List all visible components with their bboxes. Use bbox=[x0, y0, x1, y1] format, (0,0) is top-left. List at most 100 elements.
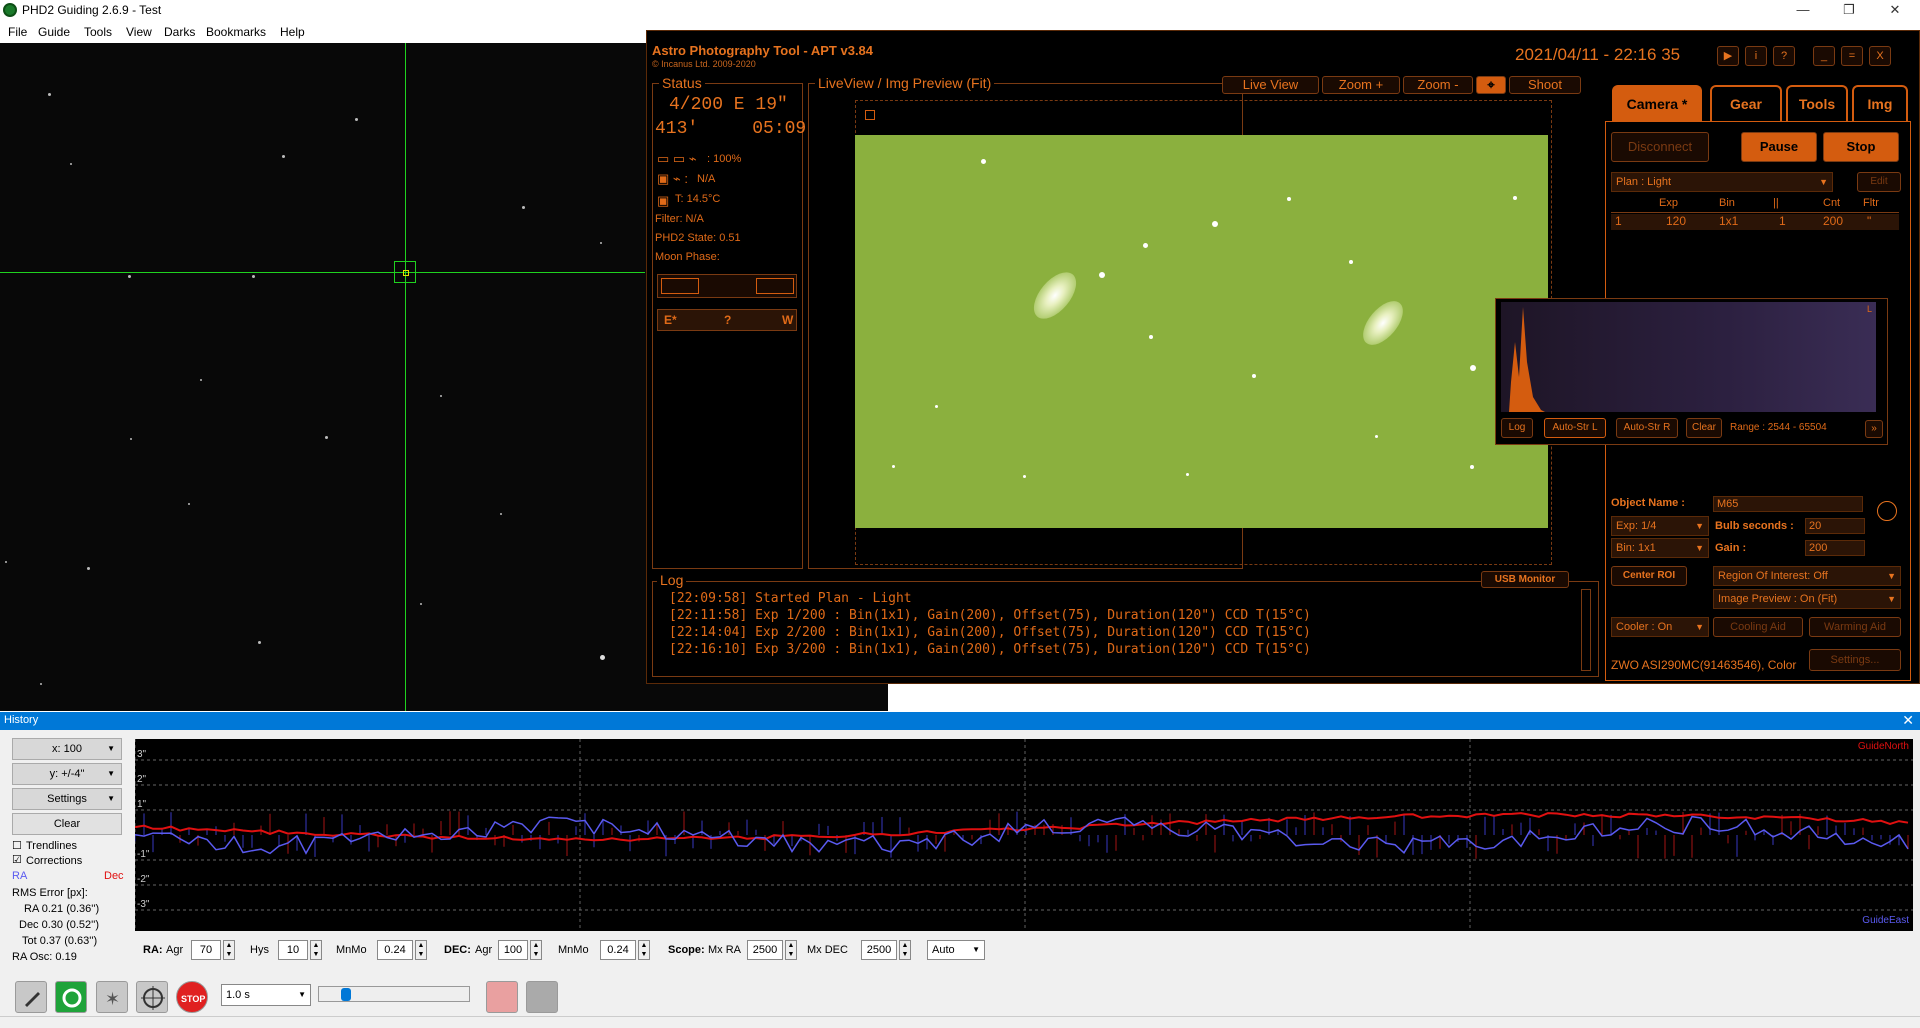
dec-min-move-stepper[interactable]: ▲ ▼ bbox=[638, 940, 650, 960]
bulb-seconds-field[interactable]: 20 bbox=[1805, 518, 1865, 534]
max-dec-duration-stepper[interactable]: ▲ ▼ bbox=[899, 940, 911, 960]
adjust-param-icon[interactable] bbox=[526, 981, 558, 1013]
disconnect-button[interactable]: Disconnect bbox=[1611, 132, 1709, 162]
loop-icon[interactable] bbox=[55, 981, 87, 1013]
dec-controls-label: DEC: bbox=[444, 944, 471, 956]
exposure-dropdown[interactable]: 1.0 s ▼ bbox=[221, 984, 311, 1006]
gain-field[interactable]: 200 bbox=[1805, 540, 1865, 556]
history-close-icon[interactable]: ✕ bbox=[1902, 712, 1914, 729]
col-pause: || bbox=[1773, 197, 1779, 209]
object-search-icon[interactable] bbox=[1877, 501, 1897, 521]
warming-aid-button[interactable]: Warming Aid bbox=[1809, 617, 1901, 637]
auto-select-star-icon[interactable]: ✶ bbox=[96, 981, 128, 1013]
apt-close-button[interactable]: X bbox=[1869, 46, 1891, 66]
y-scale-dropdown[interactable]: y: +/-4" ▼ bbox=[12, 763, 122, 785]
play-button[interactable]: ▶ bbox=[1717, 46, 1739, 66]
stop-icon[interactable]: STOP bbox=[176, 981, 208, 1013]
stop-button[interactable]: Stop bbox=[1823, 132, 1899, 162]
camera-status-icons: ▭ ▭ ⌁ bbox=[657, 151, 697, 166]
apt-minimize-button[interactable]: _ bbox=[1813, 46, 1835, 66]
graph-settings-dropdown[interactable]: Settings ▼ bbox=[12, 788, 122, 810]
table-row[interactable]: 1 120 1x1 1 200 " bbox=[1611, 214, 1899, 230]
bulb-seconds-label: Bulb seconds : bbox=[1715, 520, 1794, 532]
close-button[interactable]: ✕ bbox=[1872, 0, 1918, 21]
guide-history-graph[interactable]: 3" 2" 1" -1" -2" -3" GuideNorth GuideEas… bbox=[135, 739, 1913, 931]
live-view-button[interactable]: Live View bbox=[1222, 76, 1319, 94]
help-button[interactable]: ? bbox=[1773, 46, 1795, 66]
image-preview-dropdown[interactable]: Image Preview : On (Fit) bbox=[1713, 589, 1901, 609]
x-scale-dropdown[interactable]: x: 100 ▼ bbox=[12, 738, 122, 760]
binning-dropdown[interactable]: Bin: 1x1 bbox=[1611, 538, 1709, 558]
menu-view[interactable]: View bbox=[126, 25, 152, 39]
histogram-panel: L Log Auto-Str L Auto-Str R Clear Range … bbox=[1495, 298, 1888, 445]
dec-aggression-stepper[interactable]: ▲ ▼ bbox=[530, 940, 542, 960]
zoom-out-button[interactable]: Zoom - bbox=[1403, 76, 1473, 94]
use-camera-icon[interactable] bbox=[15, 981, 47, 1013]
brain-icon[interactable] bbox=[486, 981, 518, 1013]
tab-camera[interactable]: Camera * bbox=[1612, 85, 1702, 121]
max-ra-duration-field[interactable]: 2500 bbox=[747, 940, 783, 960]
hysteresis-field[interactable]: 10 bbox=[278, 940, 308, 960]
restore-button[interactable]: ❐ bbox=[1826, 0, 1872, 21]
menu-bookmarks[interactable]: Bookmarks bbox=[206, 25, 266, 39]
moon-phase: Moon Phase: bbox=[655, 251, 720, 263]
cooler-dropdown[interactable]: Cooler : On bbox=[1611, 617, 1709, 637]
shoot-button[interactable]: Shoot bbox=[1509, 76, 1581, 94]
menu-tools[interactable]: Tools bbox=[84, 25, 112, 39]
rms-title: RMS Error [px]: bbox=[12, 887, 88, 899]
dec-min-move-field[interactable]: 0.24 bbox=[600, 940, 636, 960]
tab-img[interactable]: Img bbox=[1852, 85, 1908, 121]
dec-guide-mode-dropdown[interactable]: Auto ▼ bbox=[927, 940, 985, 960]
filter-status: Filter: N/A bbox=[655, 213, 704, 225]
ra-mnmo-label: MnMo bbox=[336, 944, 367, 956]
tab-gear[interactable]: Gear bbox=[1710, 85, 1782, 121]
object-name-field[interactable]: M65 bbox=[1713, 496, 1863, 512]
pause-button[interactable]: Pause bbox=[1741, 132, 1817, 162]
menu-darks[interactable]: Darks bbox=[164, 25, 195, 39]
preview-image[interactable] bbox=[855, 135, 1548, 528]
ra-aggression-stepper[interactable]: ▲ ▼ bbox=[223, 940, 235, 960]
log-scrollbar[interactable] bbox=[1581, 589, 1591, 671]
y-label-neg3: -3" bbox=[137, 899, 150, 910]
auto-stretch-left-button[interactable]: Auto-Str L bbox=[1544, 418, 1606, 438]
menu-help[interactable]: Help bbox=[280, 25, 305, 39]
plan-dropdown[interactable]: Plan : Light bbox=[1611, 172, 1833, 192]
camera-settings-button[interactable]: Settings... bbox=[1809, 649, 1901, 671]
clear-graph-button[interactable]: Clear bbox=[12, 813, 122, 835]
col-exp: Exp bbox=[1659, 197, 1678, 209]
apt-maximize-button[interactable]: = bbox=[1841, 46, 1863, 66]
hysteresis-stepper[interactable]: ▲ ▼ bbox=[310, 940, 322, 960]
zoom-in-button[interactable]: Zoom + bbox=[1322, 76, 1400, 94]
log-toggle-button[interactable]: Log bbox=[1501, 418, 1533, 438]
cooling-aid-button[interactable]: Cooling Aid bbox=[1713, 617, 1803, 637]
minimize-button[interactable]: — bbox=[1780, 0, 1826, 21]
gain-label: Gain : bbox=[1715, 542, 1747, 554]
menu-guide[interactable]: Guide bbox=[38, 25, 70, 39]
edit-plan-button[interactable]: Edit bbox=[1857, 172, 1901, 192]
tab-tools[interactable]: Tools bbox=[1786, 85, 1848, 121]
info-button[interactable]: i bbox=[1745, 46, 1767, 66]
exposure-dropdown[interactable]: Exp: 1/4 bbox=[1611, 516, 1709, 536]
target-icon[interactable]: ⌖ bbox=[1476, 76, 1506, 94]
region-of-interest-dropdown[interactable]: Region Of Interest: Off bbox=[1713, 566, 1901, 586]
guide-icon[interactable] bbox=[136, 981, 168, 1013]
ra-min-move-field[interactable]: 0.24 bbox=[377, 940, 413, 960]
histogram-graph: L bbox=[1501, 302, 1876, 412]
gamma-slider[interactable] bbox=[318, 986, 470, 1002]
max-ra-duration-stepper[interactable]: ▲ ▼ bbox=[785, 940, 797, 960]
ra-min-move-stepper[interactable]: ▲ ▼ bbox=[415, 940, 427, 960]
mx-ra-label: Mx RA bbox=[708, 944, 741, 956]
ra-aggression-field[interactable]: 70 bbox=[191, 940, 221, 960]
menu-file[interactable]: File bbox=[8, 25, 27, 39]
max-dec-duration-field[interactable]: 2500 bbox=[861, 940, 897, 960]
histogram-clear-button[interactable]: Clear bbox=[1686, 418, 1722, 438]
dec-aggression-field[interactable]: 100 bbox=[498, 940, 528, 960]
center-roi-button[interactable]: Center ROI bbox=[1611, 566, 1687, 586]
roi-marker[interactable] bbox=[865, 110, 875, 120]
collapse-histogram-button[interactable]: » bbox=[1865, 420, 1883, 438]
usb-monitor-button[interactable]: USB Monitor bbox=[1481, 571, 1569, 588]
auto-stretch-right-button[interactable]: Auto-Str R bbox=[1616, 418, 1678, 438]
gamma-slider-thumb[interactable] bbox=[341, 988, 351, 1001]
trendlines-checkbox[interactable]: ☐ bbox=[12, 839, 22, 852]
corrections-checkbox[interactable]: ☑ bbox=[12, 853, 22, 866]
